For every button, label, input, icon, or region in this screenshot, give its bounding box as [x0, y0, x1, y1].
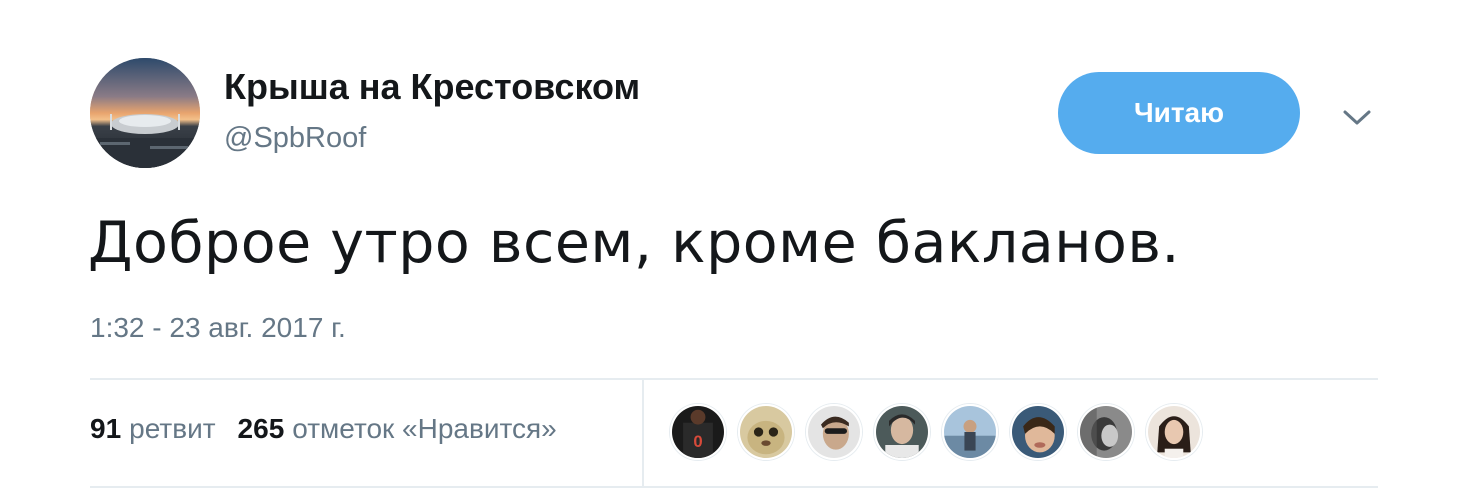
likes-stat[interactable]: 265 отметок «Нравится»	[238, 413, 557, 445]
likes-count: 265	[237, 413, 285, 444]
liker-avatar-8[interactable]	[1146, 404, 1202, 460]
divider-vertical	[642, 380, 644, 486]
follow-button[interactable]: Читаю	[1058, 72, 1300, 154]
liker-avatar-2[interactable]	[738, 404, 794, 460]
tweet-text: Доброе утро всем, кроме бакланов.	[88, 210, 1181, 276]
tweet-card: Крыша на Крестовском @SpbRoof Читаю Добр…	[0, 0, 1460, 492]
stadium-avatar-image	[90, 58, 200, 168]
chevron-down-icon[interactable]	[1340, 102, 1374, 132]
liker-avatar-5[interactable]	[942, 404, 998, 460]
liker-avatars: 0	[670, 404, 1202, 460]
svg-text:0: 0	[693, 432, 702, 451]
user-handle[interactable]: @SpbRoof	[224, 122, 366, 155]
retweets-stat[interactable]: 91 ретвит	[90, 413, 216, 445]
liker-avatar-1[interactable]: 0	[670, 404, 726, 460]
likes-label: отметок «Нравится»	[292, 413, 557, 444]
liker-avatar-6[interactable]	[1010, 404, 1066, 460]
display-name[interactable]: Крыша на Крестовском	[224, 66, 640, 108]
liker-avatar-3[interactable]	[806, 404, 862, 460]
tweet-timestamp[interactable]: 1:32 - 23 авг. 2017 г.	[90, 312, 346, 344]
profile-avatar[interactable]	[90, 58, 200, 168]
liker-avatar-7[interactable]	[1078, 404, 1134, 460]
divider-top	[90, 378, 1378, 380]
liker-avatar-4[interactable]	[874, 404, 930, 460]
divider-bottom	[90, 486, 1378, 488]
retweets-count: 91	[90, 413, 122, 444]
tweet-stats: 91 ретвит 265 отметок «Нравится»	[90, 413, 557, 445]
retweets-label: ретвит	[129, 413, 216, 444]
